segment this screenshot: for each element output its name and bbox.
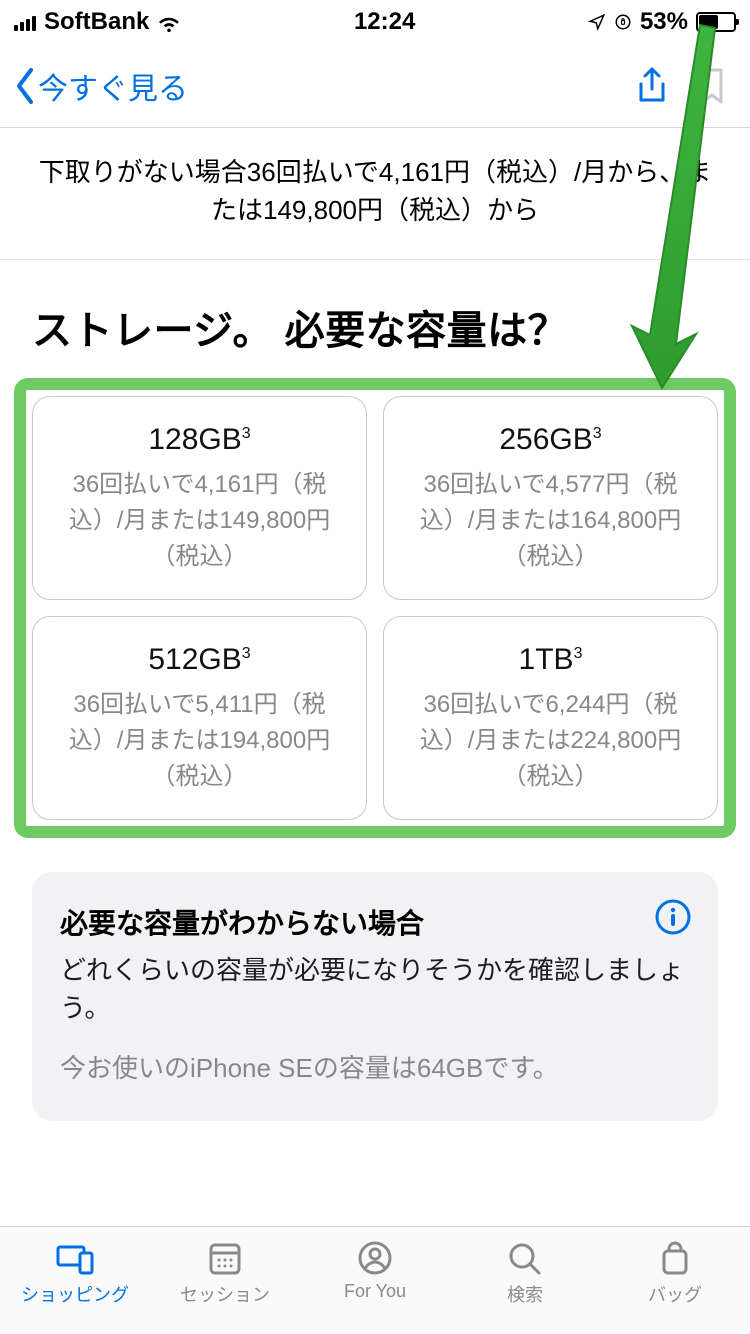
tab-search[interactable]: 検索 [450, 1239, 600, 1307]
storage-footnote: 3 [593, 425, 602, 442]
person-circle-icon [355, 1239, 395, 1277]
tab-session[interactable]: セッション [150, 1239, 300, 1307]
storage-desc: 36回払いで5,411円（税込）/月または194,800円（税込） [47, 687, 352, 795]
storage-footnote: 3 [242, 425, 251, 442]
storage-footnote: 3 [242, 645, 251, 662]
tab-label: ショッピング [21, 1281, 129, 1307]
search-icon [505, 1239, 545, 1277]
storage-capacity: 128GB [148, 423, 241, 456]
status-bar: SoftBank 12:24 53% [0, 0, 750, 44]
info-body: どれくらいの容量が必要になりそうかを確認しましょう。 [60, 952, 690, 1027]
battery-icon [696, 12, 736, 32]
storage-option-256gb[interactable]: 256GB3 36回払いで4,577円（税込）/月または164,800円（税込） [383, 396, 718, 600]
section-title-bold: ストレージ。 [32, 309, 273, 353]
tab-bag[interactable]: バッグ [600, 1239, 750, 1307]
annotation-highlight-box: 128GB3 36回払いで4,161円（税込）/月または149,800円（税込）… [14, 378, 736, 838]
back-button[interactable]: 今すぐ見る [12, 64, 188, 108]
storage-option-512gb[interactable]: 512GB3 36回払いで5,411円（税込）/月または194,800円（税込） [32, 616, 367, 820]
tab-label: バッグ [648, 1281, 702, 1307]
info-note: 今お使いのiPhone SEの容量は64GBです。 [60, 1050, 690, 1088]
tab-label: セッション [180, 1281, 270, 1307]
storage-capacity: 256GB [499, 423, 592, 456]
status-time: 12:24 [354, 8, 415, 36]
chevron-left-icon [12, 66, 38, 106]
status-left: SoftBank [14, 8, 181, 36]
storage-desc: 36回払いで4,161円（税込）/月または149,800円（税込） [47, 467, 352, 575]
section-title-rest: 必要な容量は？ [285, 309, 569, 353]
tab-bar: ショッピング セッション For You 検索 バッグ [0, 1226, 750, 1334]
tab-shopping[interactable]: ショッピング [0, 1239, 150, 1307]
storage-capacity: 1TB [519, 643, 574, 676]
storage-footnote: 3 [574, 645, 583, 662]
storage-option-128gb[interactable]: 128GB3 36回払いで4,161円（税込）/月または149,800円（税込） [32, 396, 367, 600]
storage-capacity: 512GB [148, 643, 241, 676]
bag-icon [655, 1239, 695, 1277]
back-label: 今すぐ見る [38, 64, 188, 108]
storage-help-panel[interactable]: 必要な容量がわからない場合 どれくらいの容量が必要になりそうかを確認しましょう。… [32, 872, 718, 1121]
storage-desc: 36回払いで4,577円（税込）/月または164,800円（税込） [398, 467, 703, 575]
cellular-signal-icon [14, 13, 36, 31]
share-icon[interactable] [634, 66, 670, 106]
info-heading: 必要な容量がわからない場合 [60, 902, 690, 942]
pricing-banner-text: 下取りがない場合36回払いで4,161円（税込）/月から、または149,800円… [39, 157, 711, 225]
storage-desc: 36回払いで6,244円（税込）/月または224,800円（税込） [398, 687, 703, 795]
calendar-icon [205, 1239, 245, 1277]
tab-label: For You [344, 1281, 406, 1302]
section-title: ストレージ。 必要な容量は？ [0, 260, 750, 378]
nav-bar: 今すぐ見る [0, 44, 750, 128]
status-right: 53% [588, 8, 736, 36]
bookmark-icon[interactable] [694, 66, 730, 106]
carrier-label: SoftBank [44, 8, 149, 36]
devices-icon [55, 1239, 95, 1277]
tab-label: 検索 [507, 1281, 543, 1307]
location-icon [588, 13, 606, 31]
rotation-lock-icon [614, 13, 632, 31]
storage-grid: 128GB3 36回払いで4,161円（税込）/月または149,800円（税込）… [32, 396, 718, 820]
info-icon [654, 898, 692, 936]
storage-option-1tb[interactable]: 1TB3 36回払いで6,244円（税込）/月または224,800円（税込） [383, 616, 718, 820]
pricing-banner: 下取りがない場合36回払いで4,161円（税込）/月から、または149,800円… [0, 128, 750, 260]
battery-percent: 53% [640, 8, 688, 36]
wifi-icon [157, 10, 181, 34]
tab-for-you[interactable]: For You [300, 1239, 450, 1302]
nav-actions [634, 66, 738, 106]
